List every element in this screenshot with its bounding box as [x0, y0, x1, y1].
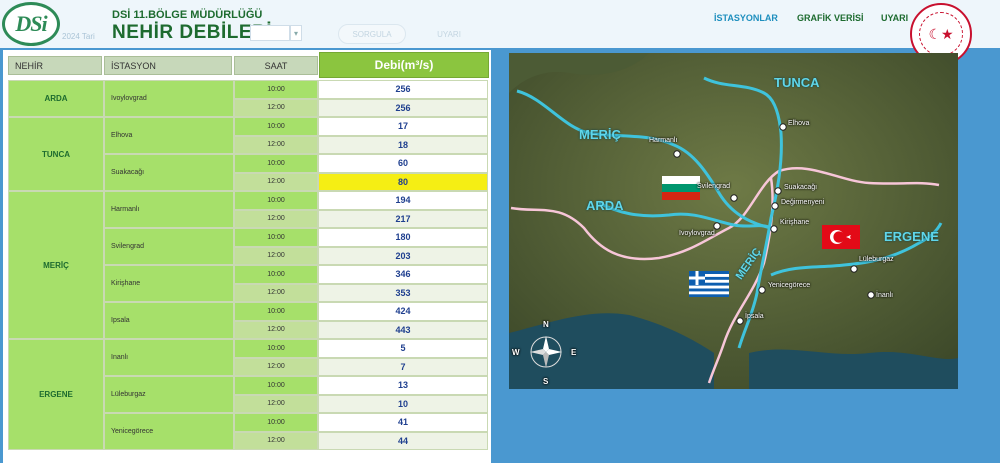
time-cell: 12:00	[234, 394, 318, 413]
flow-value-cell: 256	[318, 98, 488, 117]
time-cell: 10:00	[234, 413, 318, 432]
dsi-logo[interactable]: DSi	[2, 2, 60, 46]
time-cell: 10:00	[234, 228, 318, 247]
nav-warnings[interactable]: UYARI	[881, 13, 908, 23]
station-cell: Ipsala	[104, 302, 234, 339]
chevron-down-icon[interactable]: ▾	[290, 25, 302, 41]
flow-value-cell: 194	[318, 191, 488, 210]
flow-value-cell: 13	[318, 376, 488, 395]
map-label-arda: ARDA	[586, 198, 624, 213]
station-cell: Suakacağı	[104, 154, 234, 191]
compass-south-label: S	[543, 377, 549, 386]
map-station-ivoylovgrad[interactable]: Ivoylovgrad	[679, 230, 715, 237]
flow-value-cell: 41	[318, 413, 488, 432]
time-cell: 12:00	[234, 357, 318, 376]
map-station-suakacagi[interactable]: Suakacağı	[784, 184, 817, 191]
map-station-ipsala[interactable]: İpsala	[745, 313, 764, 320]
nav-stations[interactable]: İSTASYONLAR	[714, 13, 778, 23]
column-header-river: NEHİR	[8, 56, 102, 75]
time-cell: 12:00	[234, 172, 318, 191]
river-cell: MERİÇ	[8, 191, 104, 339]
header-bar: DSi 2024 Tari DSİ 11.BÖLGE MÜDÜRLÜĞÜ NEH…	[0, 0, 1000, 48]
map-station-kirishane[interactable]: Kirişhane	[780, 219, 809, 226]
flow-value-cell: 443	[318, 320, 488, 339]
map-station-harmanli[interactable]: Harmanlı	[649, 137, 677, 144]
compass-east-label: E	[571, 348, 577, 357]
flow-table-panel: NEHİR İSTASYON SAAT Debi(m³/s) 10:00 256 1…	[3, 50, 491, 463]
time-cell: 12:00	[234, 320, 318, 339]
time-cell: 10:00	[234, 117, 318, 136]
logo-text: DSi	[15, 11, 47, 36]
department-name: DSİ 11.BÖLGE MÜDÜRLÜĞÜ	[112, 9, 263, 21]
time-cell: 10:00	[234, 154, 318, 173]
time-cell: 10:00	[234, 339, 318, 358]
time-cell: 10:00	[234, 191, 318, 210]
flow-value-cell: 10	[318, 394, 488, 413]
station-cell: Svilengrad	[104, 228, 234, 265]
date-label: 2024 Tari	[62, 32, 95, 41]
time-cell: 12:00	[234, 98, 318, 117]
map-station-elhova[interactable]: Elhova	[788, 120, 809, 127]
river-cell: TUNCA	[8, 117, 104, 191]
time-cell: 10:00	[234, 302, 318, 321]
turkey-flag-icon	[822, 225, 860, 249]
flow-value-cell: 256	[318, 80, 488, 99]
flow-value-cell: 44	[318, 431, 488, 450]
date-input[interactable]	[250, 25, 290, 41]
station-cell: Harmanlı	[104, 191, 234, 228]
flow-value-cell: 180	[318, 228, 488, 247]
station-cell: Lüleburgaz	[104, 376, 234, 413]
time-cell: 12:00	[234, 246, 318, 265]
flow-value-cell: 346	[318, 265, 488, 284]
map-station-luleburgaz[interactable]: Lüleburgaz	[859, 256, 894, 263]
flow-value-cell: 424	[318, 302, 488, 321]
time-cell: 12:00	[234, 135, 318, 154]
column-header-station: İSTASYON	[104, 56, 232, 75]
greece-flag-icon	[689, 271, 729, 297]
map-station-svilengrad[interactable]: Svilengrad	[697, 183, 730, 190]
station-cell: Yenicegörece	[104, 413, 234, 450]
flow-value-cell: 203	[318, 246, 488, 265]
time-cell: 10:00	[234, 265, 318, 284]
station-cell: Ivoylovgrad	[104, 80, 234, 117]
map-station-yenicegorece[interactable]: Yenicegörece	[768, 282, 810, 289]
time-cell: 12:00	[234, 209, 318, 228]
flow-value-cell: 7	[318, 357, 488, 376]
station-cell: Inanlı	[104, 339, 234, 376]
query-button[interactable]: SORGULA	[338, 24, 406, 44]
time-cell: 12:00	[234, 283, 318, 302]
compass-west-label: W	[512, 348, 520, 357]
time-cell: 10:00	[234, 376, 318, 395]
seal-emblem-icon: ☾★	[919, 12, 963, 56]
map-station-inanli[interactable]: İnanlı	[876, 292, 893, 299]
flow-value-cell: 18	[318, 135, 488, 154]
map-label-ergene: ERGENE	[884, 229, 939, 244]
river-cell: ERGENE	[8, 339, 104, 450]
map-label-tunca: TUNCA	[774, 75, 820, 90]
nav-chart-data[interactable]: GRAFİK VERİSİ	[797, 13, 864, 23]
map-station-degirmenyeni[interactable]: Değirmenyeni	[781, 199, 824, 206]
flow-value-cell: 5	[318, 339, 488, 358]
time-cell: 10:00	[234, 80, 318, 99]
station-cell: Elhova	[104, 117, 234, 154]
page-title: NEHİR DEBİLERİ	[112, 22, 273, 43]
flow-value-cell: 80	[318, 172, 488, 191]
flow-value-cell: 17	[318, 117, 488, 136]
flow-value-cell: 217	[318, 209, 488, 228]
column-header-flow: Debi(m³/s)	[319, 52, 489, 78]
flow-value-cell: 60	[318, 154, 488, 173]
compass-north-label: N	[543, 320, 549, 329]
column-header-time: SAAT	[234, 56, 318, 75]
flow-value-cell: 353	[318, 283, 488, 302]
warning-button[interactable]: UYARI	[424, 24, 474, 44]
river-map[interactable]: TUNCA MERİÇ ARDA MERİÇ ERGENE Elhova Har…	[509, 53, 958, 389]
bulgaria-flag-icon	[662, 176, 700, 200]
map-label-meric-north: MERİÇ	[579, 127, 621, 142]
river-cell: ARDA	[8, 80, 104, 117]
time-cell: 12:00	[234, 431, 318, 450]
map-graphic	[509, 53, 958, 389]
station-cell: Kirişhane	[104, 265, 234, 302]
